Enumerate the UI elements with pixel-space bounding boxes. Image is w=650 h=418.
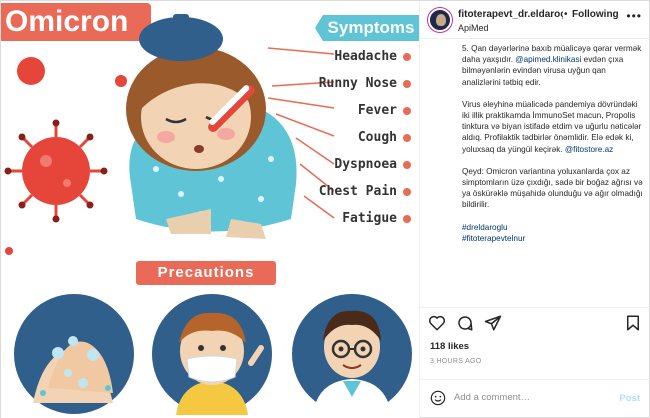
symptom-item: Cough [271,128,411,155]
symptom-list: Headache Runny Nose Fever Cough Dyspnoea… [271,47,411,236]
mention-link[interactable]: @apimed.klinikasi [515,55,581,64]
precautions-heading: Precautions [136,261,276,285]
symptom-item: Fever [271,101,411,128]
action-bar [420,307,650,335]
more-horizontal-icon[interactable]: ••• [626,9,642,23]
caption-paragraph: Qeyd: Omicron variantına yoluxanlarda ço… [462,166,643,210]
heart-icon[interactable] [428,314,446,332]
hashtag-link[interactable]: #dreldaroglu [462,222,646,233]
like-count[interactable]: 118 likes [430,341,469,352]
comment-input[interactable] [454,392,604,403]
avatar[interactable] [428,8,452,32]
post-comment-button[interactable]: Post [619,393,640,404]
handwashing-illustration [14,294,134,414]
doctor-illustration [292,294,412,415]
symptom-item: Runny Nose [271,74,411,101]
bookmark-icon[interactable] [624,314,642,332]
masked-child-illustration [152,294,272,415]
hashtag-list: #dreldaroglu #fitoterapevtelnur [462,222,646,244]
symptom-item: Chest Pain [271,182,411,209]
comment-icon[interactable] [456,314,474,332]
username-link[interactable]: fitoterapevt_dr.eldaroç [458,9,563,20]
post-header: fitoterapevt_dr.eldaroç • Following ApiM… [420,1,650,39]
caption-paragraph: Virus əleyhinə müalicədə pandemiya dövrü… [462,99,642,154]
symptom-item: Fatigue [271,209,411,236]
symptom-item: Headache [271,47,411,74]
post-image[interactable]: Omicron Symptoms Headache Runny Nose Fev… [1,1,419,418]
mention-link[interactable]: @fitostore.az [565,145,613,154]
send-icon[interactable] [484,314,502,332]
instagram-post-window: Omicron Symptoms Headache Runny Nose Fev… [0,0,650,418]
symptoms-heading: Symptoms [315,15,419,41]
post-timestamp[interactable]: 3 HOURS AGO [430,358,482,365]
emoji-icon[interactable] [430,390,446,406]
post-side-panel: fitoterapevt_dr.eldaroç • Following ApiM… [419,1,650,418]
location-link[interactable]: ApiMed [458,23,489,33]
post-caption: 5. Qan dəyərlərinə baxıb müalicəyə qərar… [462,43,646,305]
caption-paragraph: 5. Qan dəyərlərinə baxıb müalicəyə qərar… [462,44,642,87]
following-button[interactable]: Following [572,9,619,20]
hashtag-link[interactable]: #fitoterapevtelnur [462,233,646,244]
comment-bar: Post [420,379,650,418]
header-separator: • [564,9,568,20]
symptom-item: Dyspnoea [271,155,411,182]
